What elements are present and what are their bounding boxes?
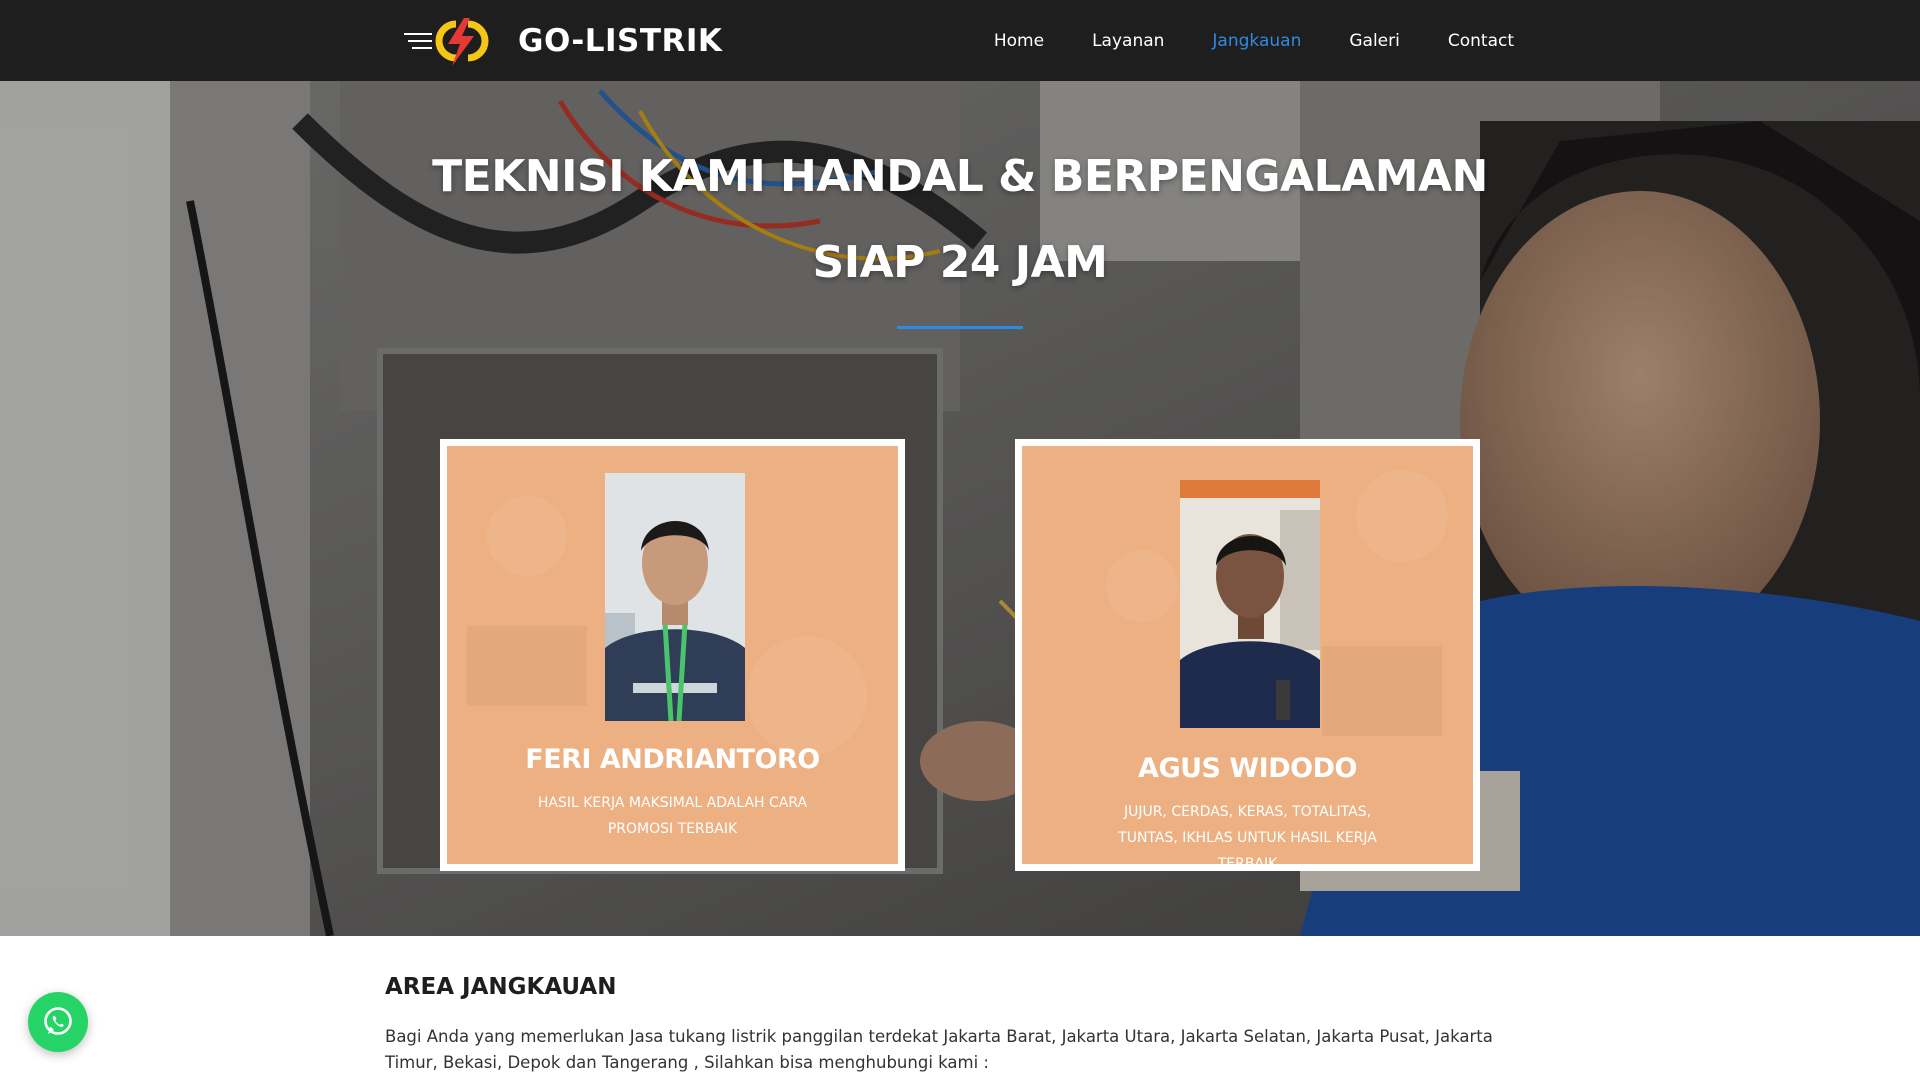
- lightning-bolt-logo-icon: [404, 18, 489, 66]
- brand-logo[interactable]: GO-LISTRIK: [404, 14, 722, 68]
- team-member-photo: [1180, 480, 1320, 728]
- area-title: AREA JANGKAUAN: [385, 974, 617, 1000]
- whatsapp-icon: [44, 1007, 72, 1035]
- main-nav: Home Layanan Jangkauan Galeri Contact: [946, 0, 1514, 81]
- area-description: Bagi Anda yang memerlukan Jasa tukang li…: [385, 1027, 1493, 1072]
- brand-name: GO-LISTRIK: [518, 23, 723, 59]
- hero-overlay: [0, 81, 1920, 936]
- hero-subtitle: SIAP 24 JAM: [812, 237, 1108, 288]
- team-member-motto: HASIL KERJA MAKSIMAL ADALAH CARA PROMOSI…: [537, 795, 808, 837]
- nav-item-layanan[interactable]: Layanan: [1092, 31, 1164, 51]
- whatsapp-button[interactable]: [28, 992, 88, 1052]
- hero-section: TEKNISI KAMI HANDAL & BERPENGALAMAN SIAP…: [0, 81, 1920, 936]
- team-member-photo: [605, 473, 745, 721]
- team-card-body: FERI ANDRIANTORO HASIL KERJA MAKSIMAL AD…: [447, 446, 898, 864]
- nav-item-jangkauan[interactable]: Jangkauan: [1212, 31, 1301, 51]
- nav-item-galeri[interactable]: Galeri: [1349, 31, 1400, 51]
- team-member-name: AGUS WIDODO: [1138, 753, 1357, 784]
- hero-title: TEKNISI KAMI HANDAL & BERPENGALAMAN: [432, 151, 1488, 202]
- hero-divider: [897, 326, 1023, 329]
- team-card-body: AGUS WIDODO JUJUR, CERDAS, KERAS, TOTALI…: [1022, 446, 1473, 864]
- team-member-motto: JUJUR, CERDAS, KERAS, TOTALITAS, TUNTAS,…: [1118, 804, 1377, 864]
- team-card: FERI ANDRIANTORO HASIL KERJA MAKSIMAL AD…: [440, 439, 905, 871]
- team-card: AGUS WIDODO JUJUR, CERDAS, KERAS, TOTALI…: [1015, 439, 1480, 871]
- nav-item-home[interactable]: Home: [994, 31, 1044, 51]
- navbar: GO-LISTRIK Home Layanan Jangkauan Galeri…: [0, 0, 1920, 81]
- team-member-name: FERI ANDRIANTORO: [525, 744, 820, 775]
- nav-item-contact[interactable]: Contact: [1448, 31, 1514, 51]
